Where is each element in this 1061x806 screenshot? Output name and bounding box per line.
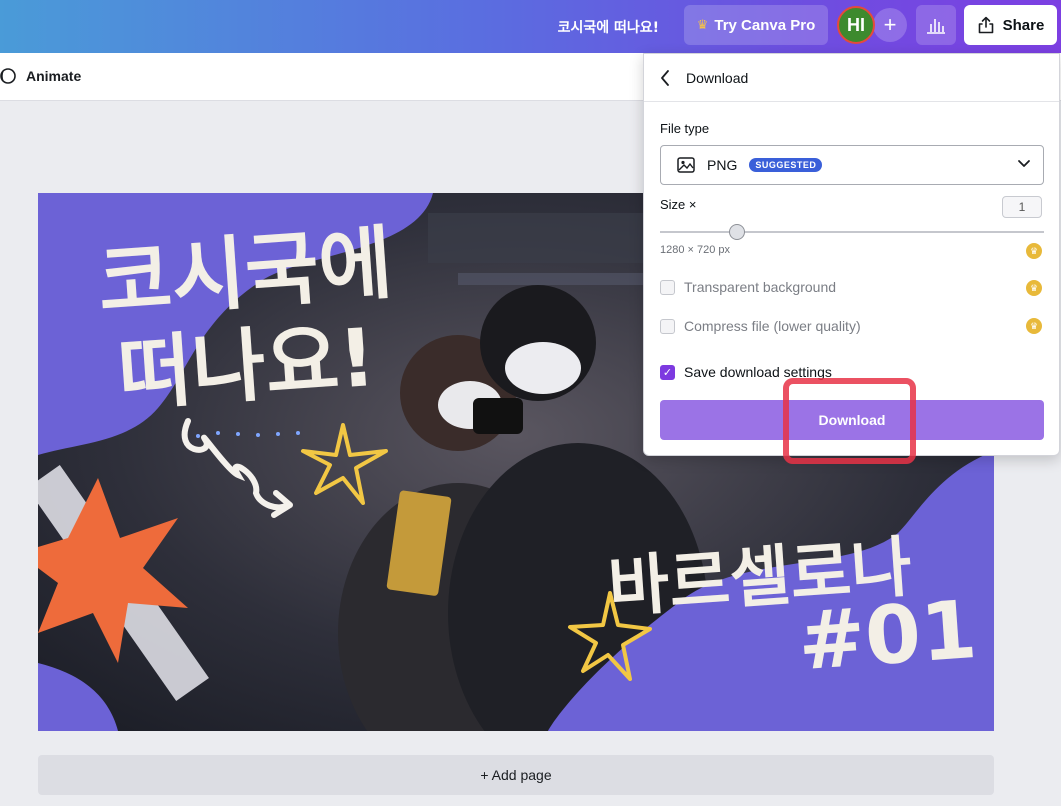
share-button[interactable]: Share <box>964 5 1057 45</box>
try-canva-pro-button[interactable]: ♛ Try Canva Pro <box>684 5 828 45</box>
episode-number: #01 <box>795 583 979 688</box>
animate-circle-icon <box>0 68 16 84</box>
download-panel-title: Download <box>686 69 749 86</box>
share-upload-icon <box>978 16 993 34</box>
compress-file-label: Compress file (lower quality) <box>684 318 861 334</box>
transparent-background-option[interactable]: Transparent background <box>660 279 836 295</box>
try-canva-pro-label: Try Canva Pro <box>714 16 816 34</box>
share-label: Share <box>1002 16 1045 34</box>
bar-chart-icon <box>927 19 945 34</box>
headline-line-2: 떠나요! <box>115 311 378 422</box>
size-label: Size × <box>660 197 697 212</box>
add-page-button[interactable]: + Add page <box>38 755 994 795</box>
transparent-background-label: Transparent background <box>684 279 837 295</box>
add-collaborator-button[interactable]: + <box>873 8 907 42</box>
size-input[interactable]: 1 <box>1002 196 1042 218</box>
save-settings-checkbox[interactable]: ✓ <box>660 364 675 380</box>
document-title[interactable]: 코시국에 떠나요! <box>558 17 659 37</box>
crown-icon: ♛ <box>696 17 709 32</box>
user-avatar[interactable]: HI <box>837 6 875 44</box>
annotation-highlight-box <box>783 378 916 464</box>
pro-crown-icon: ♛ <box>1026 280 1042 296</box>
chevron-down-icon <box>1018 160 1030 167</box>
size-slider-thumb[interactable] <box>728 224 745 240</box>
file-type-value: PNG <box>707 157 738 173</box>
mask-2 <box>505 342 581 394</box>
suggested-badge: SUGGESTED <box>749 158 823 172</box>
image-dimensions: 1280 × 720 px <box>660 244 731 256</box>
pro-crown-icon: ♛ <box>1026 318 1042 334</box>
size-slider-track[interactable] <box>660 231 1044 233</box>
file-type-label: File type <box>660 121 710 136</box>
image-icon <box>677 157 695 173</box>
chevron-left-icon[interactable] <box>660 69 670 86</box>
transparent-background-checkbox[interactable] <box>660 279 675 295</box>
pro-crown-icon: ♛ <box>1026 243 1042 259</box>
compress-file-checkbox[interactable] <box>660 318 675 334</box>
animate-label: Animate <box>26 68 82 84</box>
download-panel-header: Download <box>644 54 1059 102</box>
compress-file-option[interactable]: Compress file (lower quality) <box>660 318 861 334</box>
top-bar: 코시국에 떠나요! ♛ Try Canva Pro + HI Share <box>0 0 1061 53</box>
camera <box>473 398 523 434</box>
insights-button[interactable] <box>916 5 956 45</box>
animate-button[interactable]: Animate <box>0 67 81 85</box>
file-type-select[interactable]: PNG SUGGESTED <box>660 145 1044 185</box>
